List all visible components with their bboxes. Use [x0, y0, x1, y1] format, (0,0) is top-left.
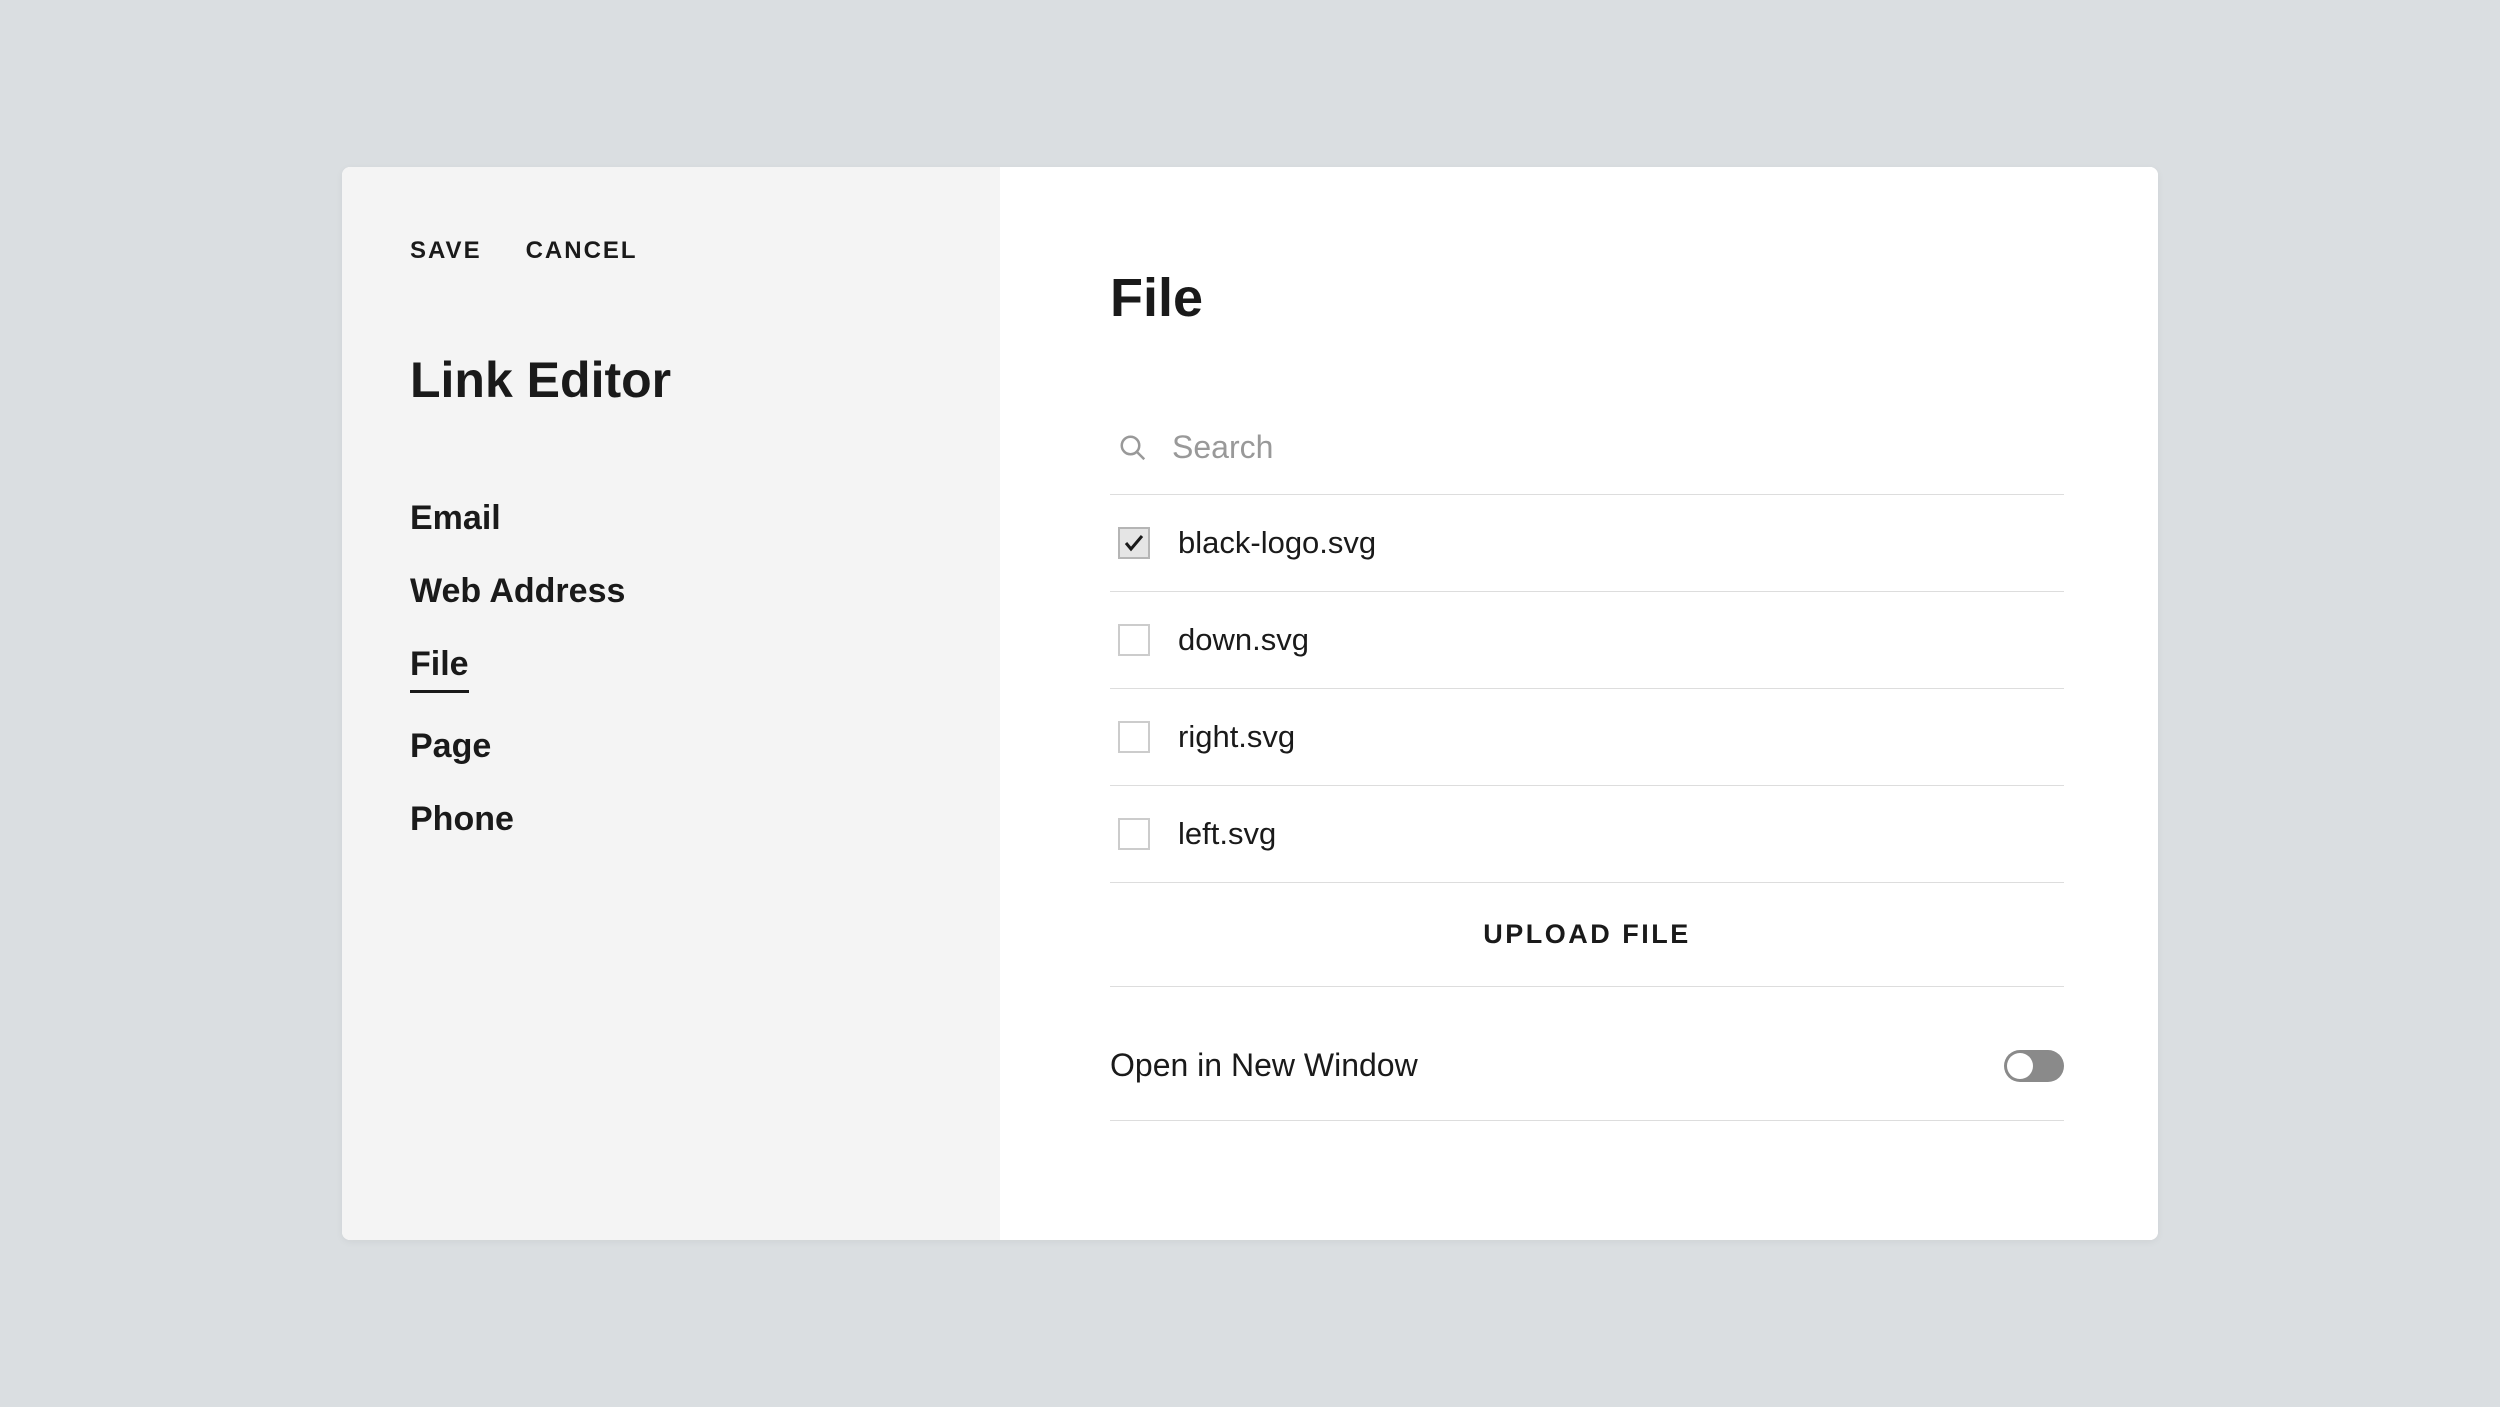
- nav-list: Email Web Address File Page Phone: [410, 499, 932, 873]
- file-name: down.svg: [1178, 622, 1309, 658]
- upload-file-button[interactable]: UPLOAD FILE: [1483, 919, 1691, 950]
- save-button[interactable]: SAVE: [410, 237, 482, 265]
- file-name: black-logo.svg: [1178, 525, 1376, 561]
- toggle-knob: [2007, 1053, 2033, 1079]
- cancel-button[interactable]: CANCEL: [526, 237, 638, 265]
- file-checkbox[interactable]: [1118, 624, 1150, 656]
- search-row: [1110, 429, 2064, 495]
- top-actions: SAVE CANCEL: [410, 237, 932, 265]
- search-input[interactable]: [1172, 429, 2056, 466]
- upload-row: UPLOAD FILE: [1110, 883, 2064, 987]
- nav-item-web-address[interactable]: Web Address: [410, 572, 625, 611]
- file-list: black-logo.svg down.svg right.svg left.s…: [1110, 495, 2064, 883]
- file-item[interactable]: down.svg: [1110, 592, 2064, 689]
- file-item[interactable]: left.svg: [1110, 786, 2064, 883]
- link-editor-dialog: SAVE CANCEL Link Editor Email Web Addres…: [342, 167, 2158, 1240]
- sidebar-title: Link Editor: [410, 351, 932, 409]
- check-icon: [1122, 531, 1146, 555]
- file-item[interactable]: right.svg: [1110, 689, 2064, 786]
- file-item[interactable]: black-logo.svg: [1110, 495, 2064, 592]
- nav-item-email[interactable]: Email: [410, 499, 501, 538]
- nav-item-page[interactable]: Page: [410, 727, 491, 766]
- open-new-window-label: Open in New Window: [1110, 1047, 1418, 1084]
- file-checkbox[interactable]: [1118, 818, 1150, 850]
- file-name: left.svg: [1178, 816, 1276, 852]
- main-panel: File black-logo.svg down.svg: [1000, 167, 2158, 1240]
- file-checkbox[interactable]: [1118, 721, 1150, 753]
- main-title: File: [1110, 267, 2064, 329]
- file-name: right.svg: [1178, 719, 1295, 755]
- toggle-row: Open in New Window: [1110, 987, 2064, 1121]
- sidebar: SAVE CANCEL Link Editor Email Web Addres…: [342, 167, 1000, 1240]
- search-icon: [1118, 433, 1148, 463]
- nav-item-file[interactable]: File: [410, 645, 469, 693]
- nav-item-phone[interactable]: Phone: [410, 800, 514, 839]
- open-new-window-toggle[interactable]: [2004, 1050, 2064, 1082]
- file-checkbox[interactable]: [1118, 527, 1150, 559]
